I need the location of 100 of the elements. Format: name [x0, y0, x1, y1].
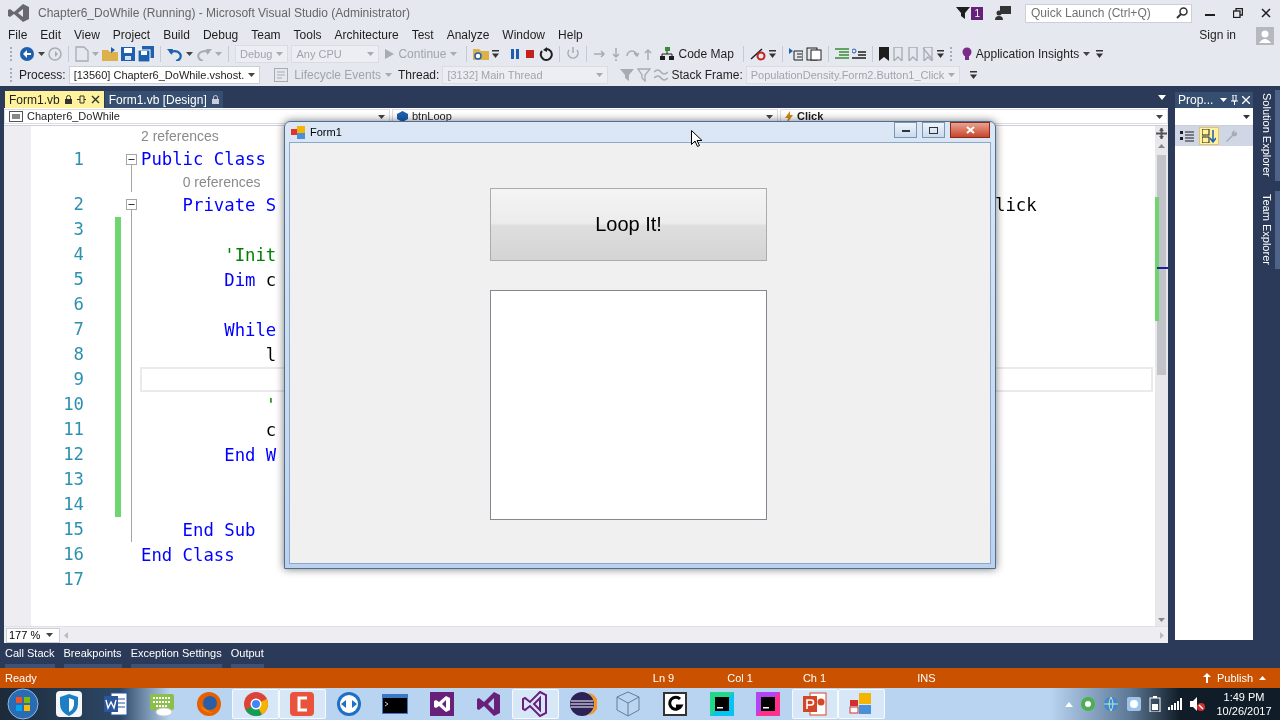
cursor-icon [691, 130, 702, 147]
sort-icon [1202, 129, 1216, 143]
character-indicator: Ch 1 [802, 672, 827, 684]
line-number: 11 [62, 418, 84, 441]
menu-item[interactable]: Help [558, 27, 589, 43]
collapse-icon[interactable] [125, 199, 137, 210]
clock[interactable]: 1:49 PM 10/26/2017 [1212, 690, 1276, 718]
pause-icon[interactable] [509, 48, 522, 60]
back-icon[interactable] [19, 46, 35, 62]
restart-icon[interactable] [539, 47, 554, 61]
overflow-icon[interactable] [936, 50, 944, 58]
battery-icon[interactable] [1149, 696, 1161, 712]
overflow-icon[interactable] [1096, 50, 1104, 58]
window-title: Chapter6_DoWhile (Running) - Microsoft Visual Studio (Administrator) [38, 6, 410, 20]
caret-icon [378, 114, 385, 119]
menu-item[interactable]: Team [251, 27, 287, 43]
menu-item[interactable]: Test [411, 27, 440, 43]
stack-icon[interactable] [805, 47, 822, 61]
menu-item[interactable]: Build [163, 27, 196, 43]
menu-item[interactable]: Debug [202, 27, 245, 43]
caret-icon [385, 73, 392, 77]
zoom-dropdown[interactable]: 177 % [6, 627, 60, 643]
save-icon[interactable] [121, 47, 135, 61]
lightning-icon [785, 110, 793, 123]
loop-button[interactable]: Loop It! [490, 188, 767, 261]
bookmark-icon[interactable] [878, 47, 889, 61]
maximize-button[interactable] [922, 122, 945, 138]
line-number: 7 [72, 318, 84, 341]
minimize-button[interactable] [894, 122, 917, 138]
line-number: 4 [72, 243, 84, 266]
start-button[interactable] [7, 688, 39, 720]
code-lens[interactable]: 0 references [141, 173, 261, 190]
quick-launch-field[interactable]: Quick Launch (Ctrl+Q) [1025, 3, 1192, 23]
minimize-icon [901, 128, 910, 132]
notification-badge[interactable]: 1 [971, 6, 983, 20]
signal-icon[interactable] [1168, 698, 1182, 710]
status-icon[interactable] [1080, 696, 1096, 712]
volume-muted-icon[interactable] [1189, 696, 1205, 712]
close-icon[interactable] [90, 95, 100, 104]
code-map-button[interactable]: Code Map [657, 45, 737, 63]
menu-item[interactable]: Edit [40, 27, 68, 43]
menu-item[interactable]: Architecture [334, 27, 405, 43]
taskbar-app[interactable] [511, 689, 559, 719]
find-icon[interactable] [473, 46, 490, 62]
menu-item[interactable]: File [8, 27, 34, 43]
filter-icon[interactable] [956, 6, 971, 20]
menu-item[interactable]: Project [112, 27, 157, 43]
insert-mode-indicator: INS [917, 672, 936, 684]
save-all-icon[interactable] [138, 46, 154, 62]
publish-button[interactable]: Publish [1202, 672, 1266, 684]
vertical-scrollbar[interactable] [1155, 126, 1168, 626]
scroll-up-icon[interactable] [1158, 144, 1165, 148]
diagram-icon [660, 47, 675, 61]
pin-icon[interactable] [76, 95, 86, 104]
thread-icon[interactable] [788, 47, 803, 61]
document-tab[interactable]: Form1.vb [Design] [104, 91, 223, 108]
thread-label: Thread: [398, 68, 440, 82]
close-icon[interactable] [1261, 8, 1271, 18]
line-number: 16 [62, 543, 84, 566]
caret-icon [92, 52, 99, 56]
search-icon[interactable] [1176, 7, 1188, 19]
line-number: 9 [72, 368, 84, 391]
collapse-icon[interactable] [125, 153, 137, 165]
sign-in-link[interactable]: Sign in [1199, 27, 1242, 43]
scroll-thumb[interactable] [1157, 155, 1166, 375]
line-number: 1 [72, 147, 84, 171]
tab-list-icon[interactable] [1158, 95, 1166, 100]
side-tab[interactable]: Solution Explorer [1256, 90, 1280, 181]
menu-item[interactable]: View [74, 27, 106, 43]
menu-item[interactable]: Window [502, 27, 552, 43]
side-tab[interactable]: Team Explorer [1256, 190, 1280, 269]
line-indicator: Ln 9 [652, 672, 675, 684]
caret-icon [38, 52, 45, 56]
scroll-down-icon[interactable] [1158, 618, 1165, 622]
undo-icon[interactable] [167, 47, 183, 61]
stack-frame-label: Stack Frame: [671, 68, 743, 82]
close-button[interactable] [950, 122, 990, 138]
code-line: End W [223, 444, 277, 465]
folder-icon[interactable] [102, 47, 118, 61]
application-insights-button[interactable]: Application Insights [958, 45, 1094, 63]
menu-item[interactable]: Tools [293, 27, 328, 43]
menu-item[interactable]: Analyze [446, 27, 496, 43]
document-tab[interactable]: Form1.vb [5, 91, 104, 108]
code-line: l [264, 344, 277, 365]
split-icon[interactable] [1156, 128, 1167, 139]
overflow-icon[interactable] [768, 50, 776, 58]
restore-icon[interactable] [1233, 8, 1243, 18]
code-lens[interactable]: 2 references [141, 128, 219, 145]
process-dropdown[interactable]: [13560] Chapter6_DoWhile.vshost. [68, 66, 261, 84]
comment-lines-icon[interactable] [851, 48, 866, 60]
code-line: Dim c [223, 269, 277, 290]
view-button[interactable] [1199, 127, 1219, 145]
overflow-icon[interactable] [492, 50, 500, 58]
code-line: lick [995, 194, 1037, 215]
overflow-icon[interactable] [970, 71, 978, 79]
stop-icon[interactable] [524, 48, 537, 60]
breakpoint-off-icon[interactable] [749, 47, 766, 61]
line-number: 14 [62, 493, 84, 516]
feedback-icon[interactable] [995, 6, 1011, 20]
close-icon [965, 126, 975, 134]
